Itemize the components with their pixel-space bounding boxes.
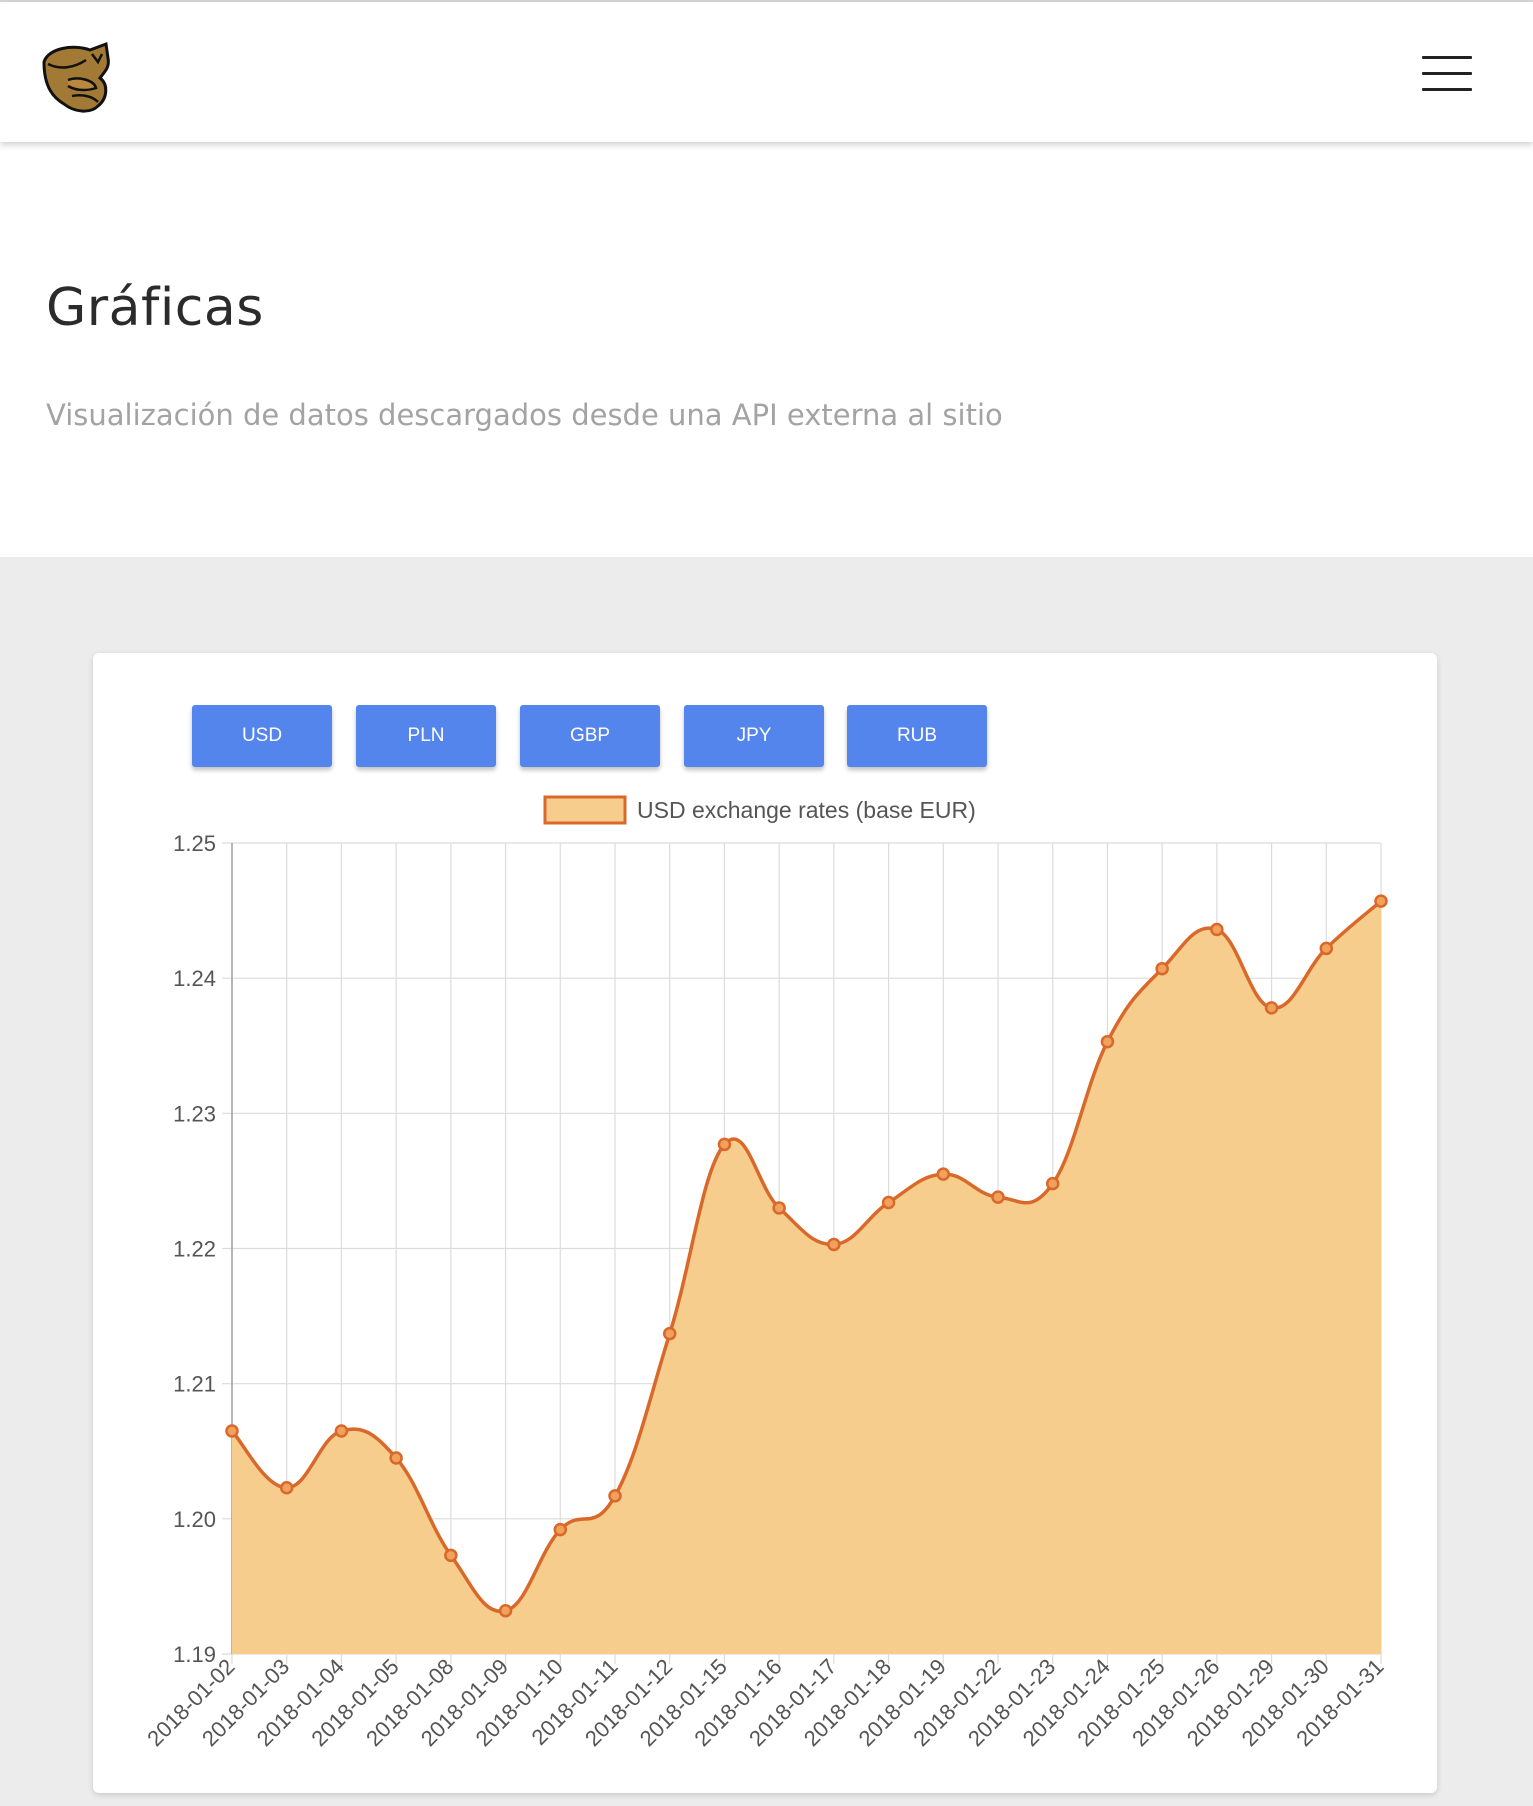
x-axis-ticks: 2018-01-022018-01-032018-01-042018-01-05… (142, 1654, 1388, 1751)
data-point (444, 1548, 458, 1563)
y-tick-label: 1.24 (173, 966, 216, 991)
legend-swatch (543, 795, 627, 825)
data-point (662, 1326, 677, 1341)
data-point (498, 1603, 513, 1618)
data-point (1210, 922, 1224, 937)
y-tick-label: 1.23 (173, 1101, 216, 1126)
data-point (991, 1190, 1005, 1204)
data-point (334, 1424, 349, 1438)
hamburger-menu-icon[interactable] (1416, 52, 1472, 94)
chart-legend[interactable]: USD exchange rates (base EUR) (543, 795, 976, 825)
data-point (1319, 941, 1334, 956)
menu-bar (1422, 88, 1472, 91)
menu-bar (1422, 72, 1472, 75)
data-point (1100, 1034, 1115, 1049)
hero-section: Gráficas Visualización de datos descarga… (0, 142, 1533, 557)
data-point (1155, 961, 1169, 976)
y-tick-label: 1.25 (173, 831, 216, 856)
y-tick-label: 1.21 (173, 1372, 216, 1397)
data-point (936, 1167, 951, 1181)
menu-bar (1422, 56, 1472, 59)
data-point (279, 1480, 294, 1495)
y-tick-label: 1.20 (173, 1507, 216, 1532)
data-point (553, 1522, 568, 1537)
logo-graphic (42, 41, 110, 113)
y-tick-label: 1.22 (173, 1237, 216, 1262)
data-point (225, 1424, 239, 1438)
data-point (1374, 894, 1388, 908)
chart-card: USD PLN GBP JPY RUB 1.25 1.24 1.23 1.22 1.21… (93, 653, 1437, 1793)
data-point (389, 1451, 403, 1465)
legend-label: USD exchange rates (base EUR) (637, 797, 976, 823)
exchange-rate-chart: 1.25 1.24 1.23 1.22 1.21 1.20 1.19 2018-01-022… (142, 795, 1389, 1751)
data-point (827, 1237, 841, 1252)
page-title: Gráficas (46, 278, 264, 338)
y-tick-label: 1.19 (173, 1642, 216, 1667)
navbar (0, 2, 1533, 142)
data-point (1045, 1176, 1060, 1191)
data-point (881, 1195, 896, 1210)
data-point (717, 1137, 732, 1152)
data-point (772, 1201, 786, 1215)
page-subtitle: Visualización de datos descargados desde… (46, 398, 1003, 432)
data-point (1264, 1001, 1279, 1015)
series-area (232, 901, 1381, 1654)
bird-logo-icon[interactable] (38, 40, 112, 114)
y-axis-ticks: 1.25 1.24 1.23 1.22 1.21 1.20 1.19 (173, 831, 216, 1667)
data-point (608, 1489, 622, 1503)
